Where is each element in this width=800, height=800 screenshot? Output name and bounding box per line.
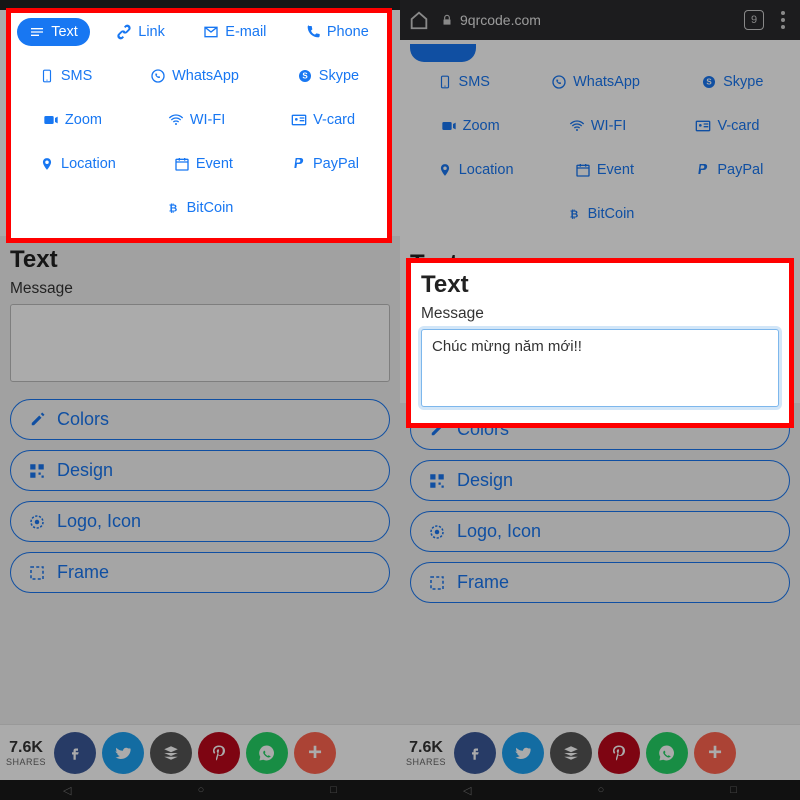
share-count: 7.6K SHARES xyxy=(6,739,46,767)
svg-text:₿: ₿ xyxy=(168,203,177,215)
options-list: Colors Design Logo, Icon Frame xyxy=(0,393,400,593)
share-bar-r: 7.6KSHARES + xyxy=(400,724,800,780)
svg-text:S: S xyxy=(706,78,712,87)
option-logo-r[interactable]: Logo, Icon xyxy=(410,511,790,552)
option-frame[interactable]: Frame xyxy=(10,552,390,593)
share-whatsapp[interactable] xyxy=(246,732,288,774)
browser-menu[interactable] xyxy=(774,11,792,29)
option-design-r[interactable]: Design xyxy=(410,460,790,501)
type-paypal-r[interactable]: PayPal xyxy=(683,156,775,184)
option-frame-r[interactable]: Frame xyxy=(410,562,790,603)
lock-icon xyxy=(440,13,454,27)
share-twitter[interactable] xyxy=(102,732,144,774)
share-more[interactable]: + xyxy=(294,732,336,774)
tab-count[interactable]: 9 xyxy=(744,10,764,30)
frame-icon xyxy=(27,563,47,583)
option-logo-label: Logo, Icon xyxy=(57,511,141,532)
type-whatsapp-r[interactable]: WhatsApp xyxy=(539,68,652,96)
option-design[interactable]: Design xyxy=(10,450,390,491)
section-title: Text xyxy=(10,246,390,274)
svg-text:₿: ₿ xyxy=(569,209,578,221)
share-twitter-r[interactable] xyxy=(502,732,544,774)
type-vcard-r[interactable]: V-card xyxy=(683,112,771,140)
browser-address-bar: 9qrcode.com 9 xyxy=(400,0,800,40)
right-screenshot: 9qrcode.com 9 SMS WhatsApp SSkype Zoom W… xyxy=(400,0,800,800)
option-logo[interactable]: Logo, Icon xyxy=(10,501,390,542)
type-skype-r[interactable]: SSkype xyxy=(689,68,775,96)
type-location-r[interactable]: Location xyxy=(425,156,526,184)
qr-icon xyxy=(27,461,47,481)
share-buffer[interactable] xyxy=(150,732,192,774)
badge-icon xyxy=(27,512,47,532)
share-facebook[interactable] xyxy=(54,732,96,774)
status-bar xyxy=(0,0,400,10)
message-input[interactable] xyxy=(10,304,390,382)
type-bitcoin-r[interactable]: ₿BitCoin xyxy=(554,200,647,228)
option-frame-label: Frame xyxy=(57,562,109,583)
android-nav: ◁○□ xyxy=(0,780,400,800)
partial-active-chip xyxy=(400,40,800,66)
text-section: Text Message xyxy=(0,236,400,393)
home-icon[interactable] xyxy=(408,9,430,31)
type-zoom-r[interactable]: Zoom xyxy=(429,112,512,140)
highlight-cutout-r: Text Message Chúc mừng năm mới!! xyxy=(411,263,789,423)
share-buffer-r[interactable] xyxy=(550,732,592,774)
left-screenshot: Text Link E-mail Phone SMS WhatsApp SSky… xyxy=(0,0,400,800)
share-count-number: 7.6K xyxy=(9,739,43,757)
option-design-label: Design xyxy=(57,460,113,481)
highlight-cutout: Text Link E-mail Phone SMS WhatsApp SSky… xyxy=(8,10,390,241)
share-pinterest[interactable] xyxy=(198,732,240,774)
type-grid-right: SMS WhatsApp SSkype Zoom WI-FI V-card Lo… xyxy=(400,66,800,240)
eyedropper-icon xyxy=(27,410,47,430)
type-sms-r[interactable]: SMS xyxy=(425,68,502,96)
svg-text:S: S xyxy=(302,72,308,81)
option-colors[interactable]: Colors xyxy=(10,399,390,440)
type-event-r[interactable]: Event xyxy=(563,156,646,184)
message-label: Message xyxy=(10,280,390,298)
url-display[interactable]: 9qrcode.com xyxy=(440,12,734,28)
android-nav-r: ◁○□ xyxy=(400,780,800,800)
share-bar: 7.6K SHARES + xyxy=(0,724,400,780)
share-count-label: SHARES xyxy=(6,757,46,767)
share-whatsapp-r[interactable] xyxy=(646,732,688,774)
url-text: 9qrcode.com xyxy=(460,12,541,28)
options-list-r: Colors Design Logo, Icon Frame xyxy=(400,403,800,603)
option-colors-label: Colors xyxy=(57,409,109,430)
share-facebook-r[interactable] xyxy=(454,732,496,774)
share-more-r[interactable]: + xyxy=(694,732,736,774)
plus-icon: + xyxy=(308,739,322,767)
share-pinterest-r[interactable] xyxy=(598,732,640,774)
type-wifi-r[interactable]: WI-FI xyxy=(557,112,638,140)
